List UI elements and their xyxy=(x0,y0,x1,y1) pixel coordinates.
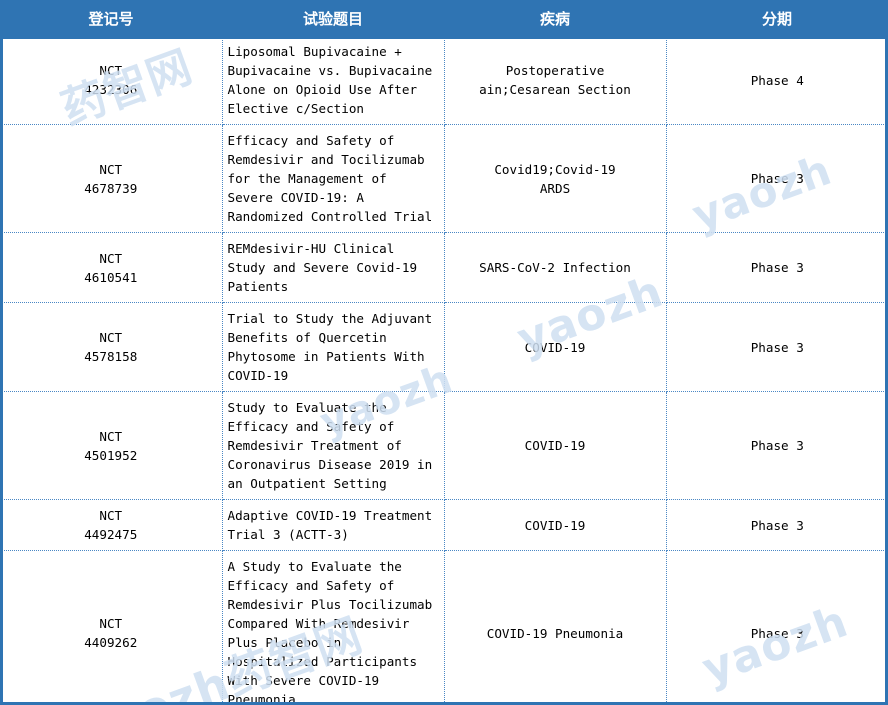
table-row[interactable]: NCT 4409262 A Study to Evaluate the Effi… xyxy=(0,550,888,705)
clinical-trials-table: 登记号 试验题目 疾病 分期 NCT 4232306 Liposomal Bup… xyxy=(0,0,888,705)
cell-registration-number: NCT 4610541 xyxy=(0,232,223,303)
cell-phase: Phase 3 xyxy=(666,302,888,392)
table-header-row: 登记号 试验题目 疾病 分期 xyxy=(0,0,888,36)
cell-disease: Covid19;Covid-19 ARDS xyxy=(444,124,667,233)
table-row[interactable]: NCT 4501952 Study to Evaluate the Effica… xyxy=(0,391,888,500)
table-row[interactable]: NCT 4578158 Trial to Study the Adjuvant … xyxy=(0,302,888,392)
cell-trial-title: REMdesivir-HU Clinical Study and Severe … xyxy=(222,232,445,303)
cell-trial-title: Adaptive COVID-19 Treatment Trial 3 (ACT… xyxy=(222,499,445,551)
cell-registration-number: NCT 4409262 xyxy=(0,550,223,705)
column-header-disease[interactable]: 疾病 xyxy=(444,0,666,36)
cell-registration-number: NCT 4678739 xyxy=(0,124,223,233)
table-row[interactable]: NCT 4492475 Adaptive COVID-19 Treatment … xyxy=(0,499,888,551)
cell-disease: SARS-CoV-2 Infection xyxy=(444,232,667,303)
table-row[interactable]: NCT 4678739 Efficacy and Safety of Remde… xyxy=(0,124,888,233)
table-body: NCT 4232306 Liposomal Bupivacaine + Bupi… xyxy=(0,36,888,705)
cell-registration-number: NCT 4492475 xyxy=(0,499,223,551)
cell-disease: COVID-19 xyxy=(444,499,667,551)
column-header-registration-number[interactable]: 登记号 xyxy=(0,0,222,36)
table-row[interactable]: NCT 4610541 REMdesivir-HU Clinical Study… xyxy=(0,232,888,303)
cell-phase: Phase 3 xyxy=(666,232,888,303)
cell-trial-title: Trial to Study the Adjuvant Benefits of … xyxy=(222,302,445,392)
column-header-phase[interactable]: 分期 xyxy=(666,0,888,36)
cell-phase: Phase 4 xyxy=(666,36,888,125)
cell-trial-title: Efficacy and Safety of Remdesivir and To… xyxy=(222,124,445,233)
cell-trial-title: Liposomal Bupivacaine + Bupivacaine vs. … xyxy=(222,36,445,125)
column-header-trial-title[interactable]: 试验题目 xyxy=(222,0,444,36)
table-row[interactable]: NCT 4232306 Liposomal Bupivacaine + Bupi… xyxy=(0,36,888,125)
cell-disease: COVID-19 xyxy=(444,391,667,500)
cell-disease: Postoperative ain;Cesarean Section xyxy=(444,36,667,125)
cell-phase: Phase 3 xyxy=(666,391,888,500)
cell-disease: COVID-19 Pneumonia xyxy=(444,550,667,705)
trials-table-container: 药智网 yaozh yaozh yaozh yaozh药智网 yaozh 登记号… xyxy=(0,0,888,705)
cell-phase: Phase 3 xyxy=(666,124,888,233)
cell-trial-title: A Study to Evaluate the Efficacy and Saf… xyxy=(222,550,445,705)
cell-phase: Phase 3 xyxy=(666,499,888,551)
cell-trial-title: Study to Evaluate the Efficacy and Safet… xyxy=(222,391,445,500)
cell-registration-number: NCT 4578158 xyxy=(0,302,223,392)
cell-registration-number: NCT 4232306 xyxy=(0,36,223,125)
cell-disease: COVID-19 xyxy=(444,302,667,392)
table-header: 登记号 试验题目 疾病 分期 xyxy=(0,0,888,36)
cell-registration-number: NCT 4501952 xyxy=(0,391,223,500)
cell-phase: Phase 3 xyxy=(666,550,888,705)
